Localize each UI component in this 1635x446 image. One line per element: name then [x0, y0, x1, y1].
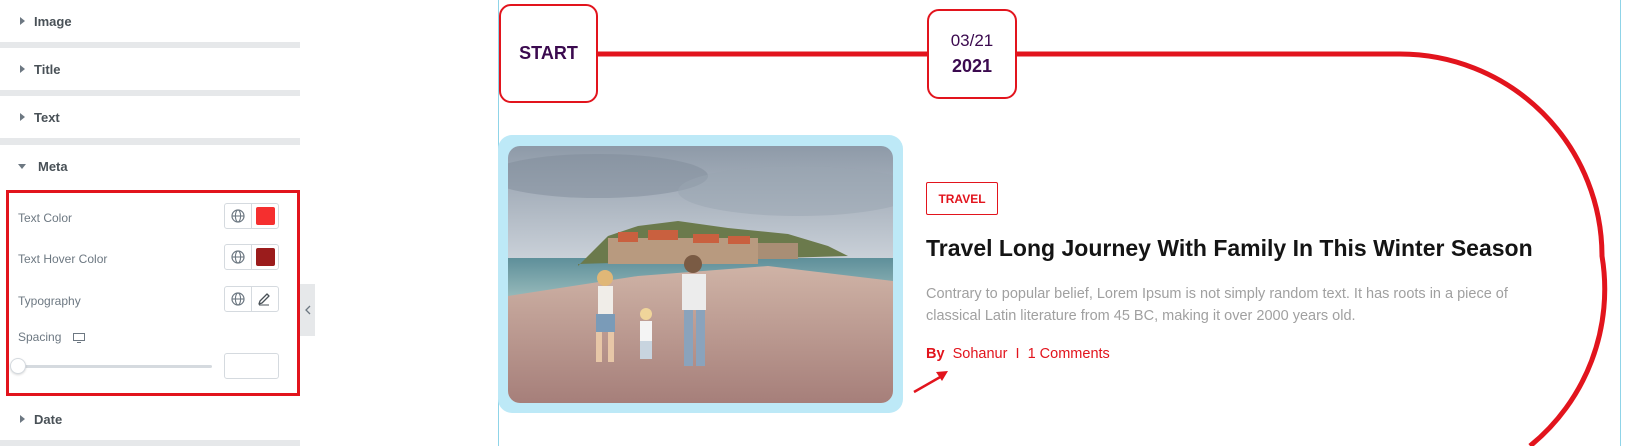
post-category-badge[interactable]: TRAVEL — [926, 182, 998, 215]
timeline-date-marker: 03/21 2021 — [927, 9, 1017, 99]
family-beach-photo[interactable] — [508, 146, 893, 403]
post-title[interactable]: Travel Long Journey With Family In This … — [926, 235, 1533, 262]
post-author-link[interactable]: Sohanur — [953, 346, 1008, 362]
post-excerpt: Contrary to popular belief, Lorem Ipsum … — [926, 286, 1508, 324]
post-meta-separator: I — [1015, 346, 1020, 362]
timeline-start-marker: START — [499, 4, 598, 103]
annotation-arrow-icon — [913, 371, 948, 394]
post-comments-link[interactable]: 1 Comments — [1028, 346, 1110, 362]
post-meta: By Sohanur I 1 Comments — [926, 346, 1110, 362]
post-meta-by: By — [926, 346, 945, 362]
timeline-date-year: 2021 — [951, 56, 993, 76]
timeline-start-label: START — [519, 43, 578, 63]
timeline-date-month-day: 03/21 — [950, 31, 994, 50]
